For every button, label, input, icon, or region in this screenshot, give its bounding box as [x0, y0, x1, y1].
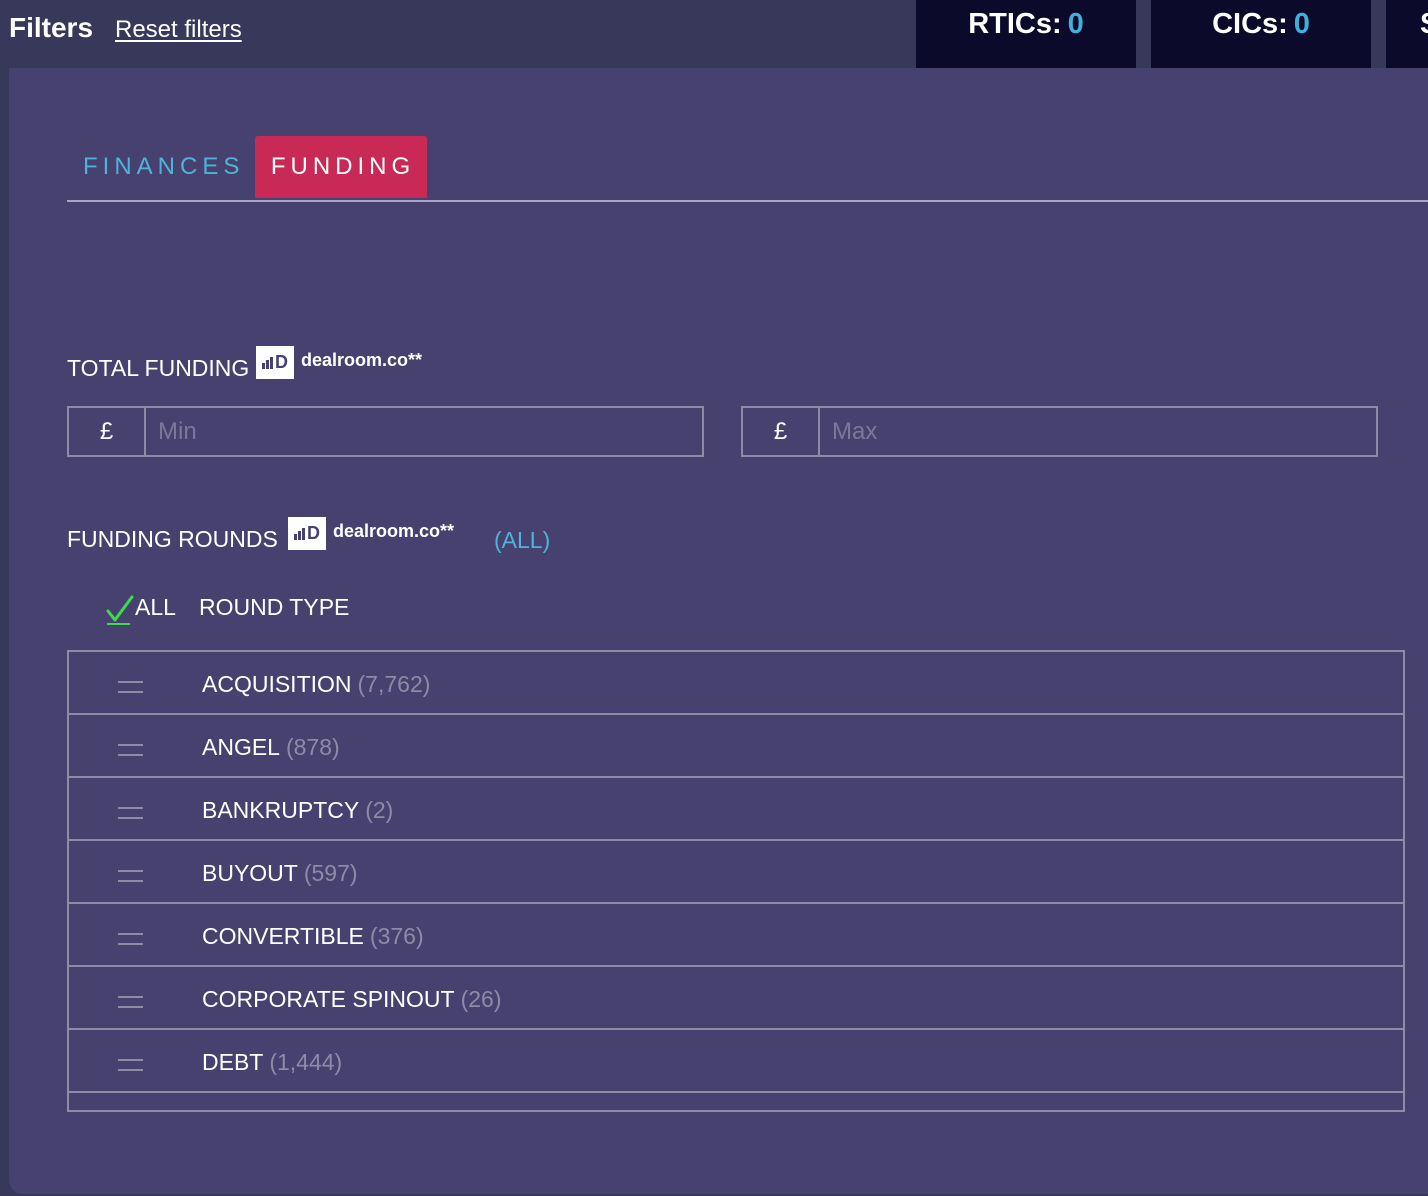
- currency-symbol: £: [69, 408, 146, 455]
- cics-value: 0: [1293, 8, 1310, 40]
- drag-handle-icon[interactable]: [118, 933, 143, 949]
- round-count: (26): [460, 986, 502, 1012]
- round-name: DEBT: [202, 1049, 264, 1075]
- dealroom-logo-text: dealroom.co**: [333, 521, 455, 541]
- dealroom-logo: D dealroom.co**: [256, 346, 422, 379]
- list-item[interactable]: CORPORATE SPINOUT (26): [69, 967, 1403, 1030]
- round-name: ACQUISITION: [202, 671, 352, 697]
- third-card-label: S: [1420, 8, 1428, 41]
- total-funding-label: TOTAL FUNDING: [67, 355, 250, 381]
- drag-handle-icon[interactable]: [118, 996, 143, 1012]
- currency-symbol: £: [743, 408, 820, 455]
- top-bar: Filters Reset filters RTICs: 0 CICs: 0 S: [0, 0, 1428, 68]
- reset-filters-link[interactable]: Reset filters: [115, 16, 242, 44]
- total-funding-min: £: [67, 406, 704, 457]
- drag-handle-icon[interactable]: [118, 1059, 143, 1075]
- tab-funding[interactable]: FUNDING: [255, 136, 427, 198]
- round-count: (2): [365, 797, 394, 823]
- round-name: ANGEL: [202, 734, 280, 760]
- list-item[interactable]: ACQUISITION (7,762): [69, 652, 1403, 715]
- min-funding-input[interactable]: [146, 408, 702, 455]
- drag-handle-icon[interactable]: [118, 807, 143, 823]
- round-type-column-header: ROUND TYPE: [199, 594, 350, 620]
- rtics-label: RTICs:: [968, 8, 1062, 40]
- rtics-value: 0: [1067, 8, 1084, 40]
- cics-label: CICs:: [1212, 8, 1288, 40]
- third-count-card[interactable]: S: [1386, 0, 1428, 68]
- tab-finances[interactable]: FINANCES: [83, 136, 244, 198]
- round-count: (7,762): [357, 671, 431, 697]
- check-icon[interactable]: [106, 594, 134, 626]
- round-count: (1,444): [269, 1049, 343, 1075]
- drag-handle-icon[interactable]: [118, 744, 143, 760]
- funding-rounds-label: FUNDING ROUNDS: [67, 526, 278, 552]
- round-count: (597): [303, 860, 358, 886]
- total-funding-max: £: [741, 406, 1378, 457]
- cics-count-card[interactable]: CICs: 0: [1151, 0, 1371, 68]
- list-item[interactable]: DEBT (1,444): [69, 1030, 1403, 1093]
- rtics-count-card[interactable]: RTICs: 0: [916, 0, 1136, 68]
- round-count: (878): [285, 734, 340, 760]
- round-name: BUYOUT: [202, 860, 298, 886]
- select-all-label[interactable]: ALL: [135, 594, 176, 621]
- round-name: CONVERTIBLE: [202, 923, 364, 949]
- list-item[interactable]: CONVERTIBLE (376): [69, 904, 1403, 967]
- funding-rounds-all-link[interactable]: (ALL): [494, 527, 550, 554]
- round-count: (376): [369, 923, 424, 949]
- list-item[interactable]: BANKRUPTCY (2): [69, 778, 1403, 841]
- filters-title: Filters: [9, 12, 94, 43]
- max-funding-input[interactable]: [820, 408, 1376, 455]
- round-name: BANKRUPTCY: [202, 797, 360, 823]
- list-item[interactable]: ANGEL (878): [69, 715, 1403, 778]
- dealroom-badge-icon: D: [256, 346, 294, 379]
- dealroom-badge-icon: D: [288, 517, 326, 550]
- round-type-list: ACQUISITION (7,762) ANGEL (878) BANKRUPTCY…: [67, 650, 1405, 1112]
- list-item[interactable]: BUYOUT (597): [69, 841, 1403, 904]
- drag-handle-icon[interactable]: [118, 870, 143, 886]
- dealroom-logo: D dealroom.co**: [288, 517, 454, 550]
- filter-tabs: FINANCES FUNDING: [67, 136, 1428, 202]
- drag-handle-icon[interactable]: [118, 681, 143, 697]
- round-name: CORPORATE SPINOUT: [202, 986, 455, 1012]
- dealroom-logo-text: dealroom.co**: [301, 350, 423, 370]
